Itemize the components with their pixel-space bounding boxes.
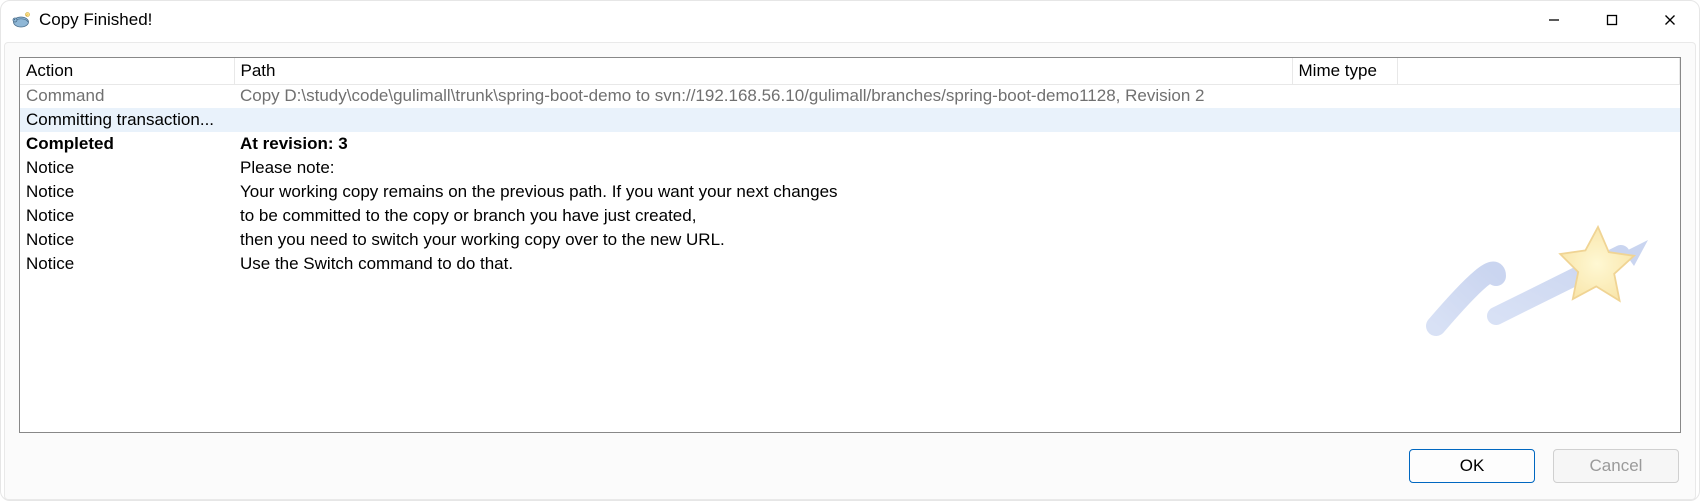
- cell-extra: [1397, 108, 1680, 132]
- cell-extra: [1397, 204, 1680, 228]
- log-row[interactable]: Committing transaction...: [20, 108, 1680, 132]
- cell-path: Copy D:\study\code\gulimall\trunk\spring…: [234, 84, 1292, 108]
- cell-path: Your working copy remains on the previou…: [234, 180, 1292, 204]
- cell-action: Notice: [20, 252, 234, 276]
- header-extra[interactable]: [1397, 58, 1680, 84]
- log-row[interactable]: Noticeto be committed to the copy or bra…: [20, 204, 1680, 228]
- cell-action: Committing transaction...: [20, 108, 234, 132]
- column-headers[interactable]: Action Path Mime type: [20, 58, 1680, 84]
- log-row[interactable]: CommandCopy D:\study\code\gulimall\trunk…: [20, 84, 1680, 108]
- cell-action: Notice: [20, 156, 234, 180]
- cell-action: Notice: [20, 180, 234, 204]
- cell-path: At revision: 3: [234, 132, 1292, 156]
- cell-path: then you need to switch your working cop…: [234, 228, 1292, 252]
- header-path[interactable]: Path: [234, 58, 1292, 84]
- cell-extra: [1397, 252, 1680, 276]
- cell-path: Please note:: [234, 156, 1292, 180]
- cell-mime: [1292, 180, 1397, 204]
- cell-extra: [1397, 228, 1680, 252]
- cell-mime: [1292, 228, 1397, 252]
- log-row[interactable]: NoticeYour working copy remains on the p…: [20, 180, 1680, 204]
- log-row[interactable]: NoticePlease note:: [20, 156, 1680, 180]
- dialog-window: Copy Finished!: [0, 0, 1700, 501]
- maximize-button[interactable]: [1583, 1, 1641, 39]
- cell-action: Notice: [20, 204, 234, 228]
- cell-extra: [1397, 180, 1680, 204]
- cell-path: Use the Switch command to do that.: [234, 252, 1292, 276]
- header-mime[interactable]: Mime type: [1292, 58, 1397, 84]
- log-row[interactable]: CompletedAt revision: 3: [20, 132, 1680, 156]
- close-button[interactable]: [1641, 1, 1699, 39]
- cell-mime: [1292, 84, 1397, 108]
- log-list[interactable]: Action Path Mime type CommandCopy D:\stu…: [19, 57, 1681, 433]
- minimize-button[interactable]: [1525, 1, 1583, 39]
- log-row[interactable]: Noticethen you need to switch your worki…: [20, 228, 1680, 252]
- cell-path: to be committed to the copy or branch yo…: [234, 204, 1292, 228]
- window-title: Copy Finished!: [39, 10, 152, 30]
- cell-extra: [1397, 84, 1680, 108]
- client-area: Action Path Mime type CommandCopy D:\stu…: [4, 42, 1696, 500]
- log-row[interactable]: NoticeUse the Switch command to do that.: [20, 252, 1680, 276]
- cell-mime: [1292, 204, 1397, 228]
- ok-button[interactable]: OK: [1409, 449, 1535, 483]
- titlebar[interactable]: Copy Finished!: [1, 1, 1699, 39]
- cell-extra: [1397, 132, 1680, 156]
- cell-mime: [1292, 132, 1397, 156]
- cell-mime: [1292, 156, 1397, 180]
- cell-action: Notice: [20, 228, 234, 252]
- cell-action: Completed: [20, 132, 234, 156]
- window-controls: [1525, 1, 1699, 39]
- header-action[interactable]: Action: [20, 58, 234, 84]
- cell-mime: [1292, 108, 1397, 132]
- cell-mime: [1292, 252, 1397, 276]
- button-row: OK Cancel: [19, 447, 1681, 489]
- cell-action: Command: [20, 84, 234, 108]
- tortoisesvn-icon: [11, 10, 31, 30]
- cell-extra: [1397, 156, 1680, 180]
- cancel-button: Cancel: [1553, 449, 1679, 483]
- cell-path: [234, 108, 1292, 132]
